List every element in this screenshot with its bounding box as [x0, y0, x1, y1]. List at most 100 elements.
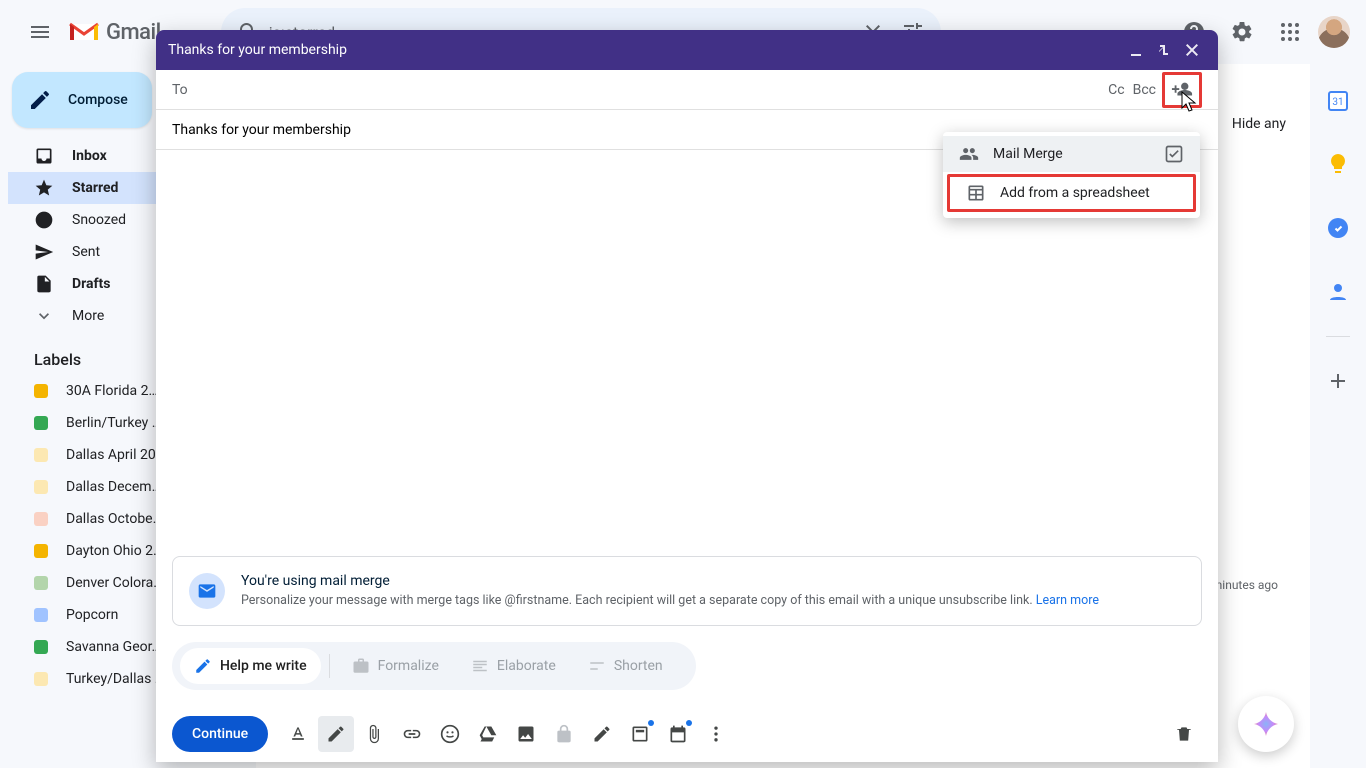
bcc-link[interactable]: Bcc	[1133, 82, 1156, 98]
insert-drive-button[interactable]	[470, 716, 506, 752]
mail-merge-toggle[interactable]: Mail Merge	[943, 136, 1200, 172]
text-format-icon	[288, 724, 308, 744]
image-icon	[516, 724, 536, 744]
label-color-swatch	[34, 480, 48, 494]
nav-drafts-label: Drafts	[72, 276, 110, 292]
label-text: Dallas Octobe…	[66, 511, 162, 527]
dialog-header[interactable]: Thanks for your membership	[156, 30, 1218, 70]
compose-button[interactable]: Compose	[12, 72, 152, 128]
help-me-write-button[interactable]: Help me write	[180, 648, 321, 684]
menu-icon	[28, 20, 52, 44]
discard-draft-button[interactable]	[1166, 716, 1202, 752]
settings-button[interactable]	[1222, 12, 1262, 52]
get-addons[interactable]	[1318, 361, 1358, 401]
keep-addon[interactable]	[1318, 144, 1358, 184]
select-contacts-button[interactable]	[1162, 72, 1202, 108]
main-menu-button[interactable]	[16, 8, 64, 56]
recipients-row[interactable]: To Cc Bcc	[156, 70, 1218, 110]
confidential-mode-button[interactable]	[546, 716, 582, 752]
shorten-button[interactable]: Shorten	[574, 648, 677, 684]
collapse-text-icon	[588, 657, 606, 675]
plus-icon	[1326, 369, 1350, 393]
label-text: Dayton Ohio 2…	[66, 543, 162, 559]
label-text: Popcorn	[66, 607, 118, 623]
tasks-addon[interactable]	[1318, 208, 1358, 248]
format-underline-icon	[326, 724, 346, 744]
label-color-swatch	[34, 448, 48, 462]
merge-banner-body: Personalize your message with merge tags…	[241, 593, 1099, 608]
nav-sent-label: Sent	[72, 244, 100, 260]
more-vert-icon	[706, 724, 726, 744]
gmail-logo[interactable]: Gmail	[68, 20, 161, 45]
label-text: 30A Florida 2…	[66, 383, 158, 399]
gear-icon	[1230, 20, 1254, 44]
add-spreadsheet-highlight: Add from a spreadsheet	[947, 174, 1196, 212]
send-button[interactable]: Continue	[172, 716, 268, 752]
send-label: Continue	[192, 726, 248, 742]
close-dialog-button[interactable]	[1178, 36, 1206, 64]
elaborate-label: Elaborate	[497, 658, 556, 674]
template-icon	[630, 724, 650, 744]
compose-actions-row: Continue	[156, 706, 1218, 762]
mail-merge-banner: You're using mail merge Personalize your…	[172, 556, 1202, 626]
cc-link[interactable]: Cc	[1108, 82, 1124, 98]
inbox-icon	[34, 146, 54, 166]
apps-icon	[1278, 20, 1302, 44]
shorten-label: Shorten	[614, 658, 663, 674]
fullscreen-button[interactable]	[1150, 36, 1178, 64]
hide-any-text[interactable]: Hide any	[1232, 116, 1286, 132]
to-input[interactable]	[200, 82, 1108, 98]
attach-button[interactable]	[356, 716, 392, 752]
insert-emoji-button[interactable]	[432, 716, 468, 752]
add-spreadsheet-label: Add from a spreadsheet	[1000, 185, 1150, 201]
calendar-icon: 31	[1326, 88, 1350, 112]
insert-photo-button[interactable]	[508, 716, 544, 752]
side-panel: 31	[1310, 64, 1366, 768]
gmail-logo-icon	[68, 20, 100, 44]
calendar-addon[interactable]: 31	[1318, 80, 1358, 120]
gemini-fab[interactable]	[1238, 696, 1294, 752]
send-icon	[34, 242, 54, 262]
calendar-plus-icon	[668, 724, 688, 744]
sheets-icon	[966, 183, 986, 203]
label-color-swatch	[34, 672, 48, 686]
pencil-icon	[28, 88, 52, 112]
label-text: Savanna Geor…	[66, 639, 161, 655]
minimize-icon	[1129, 43, 1143, 57]
expand-text-icon	[471, 657, 489, 675]
label-color-swatch	[34, 576, 48, 590]
schedule-send-button[interactable]	[660, 716, 696, 752]
more-options-button[interactable]	[698, 716, 734, 752]
file-icon	[34, 274, 54, 294]
formatting-options-button[interactable]	[318, 716, 354, 752]
to-label: To	[172, 82, 188, 98]
contacts-addon[interactable]	[1318, 272, 1358, 312]
minimize-button[interactable]	[1122, 36, 1150, 64]
mail-merge-menu: Mail Merge Add from a spreadsheet	[943, 132, 1200, 218]
select-template-button[interactable]	[622, 716, 658, 752]
google-apps-button[interactable]	[1270, 12, 1310, 52]
label-color-swatch	[34, 640, 48, 654]
label-color-swatch	[34, 384, 48, 398]
add-from-spreadsheet[interactable]: Add from a spreadsheet	[950, 177, 1193, 209]
formalize-button[interactable]: Formalize	[338, 648, 453, 684]
attachment-icon	[364, 724, 384, 744]
label-text: Dallas Decem…	[66, 479, 161, 495]
insert-link-button[interactable]	[394, 716, 430, 752]
dialog-title: Thanks for your membership	[168, 42, 1122, 58]
ai-separator	[329, 654, 330, 678]
emoji-icon	[440, 724, 460, 744]
gemini-sparkle-icon	[1252, 710, 1280, 738]
font-button[interactable]	[280, 716, 316, 752]
magic-pen-icon	[194, 657, 212, 675]
merge-banner-body-text: Personalize your message with merge tags…	[241, 593, 1036, 608]
expand-diag-icon	[1157, 43, 1171, 57]
nav-snoozed-label: Snoozed	[72, 212, 126, 228]
envelope-icon	[197, 581, 217, 601]
mail-merge-label: Mail Merge	[993, 146, 1063, 162]
elaborate-button[interactable]: Elaborate	[457, 648, 570, 684]
account-avatar[interactable]	[1318, 16, 1350, 48]
learn-more-link[interactable]: Learn more	[1036, 593, 1099, 608]
insert-signature-button[interactable]	[584, 716, 620, 752]
compose-label: Compose	[68, 92, 128, 108]
